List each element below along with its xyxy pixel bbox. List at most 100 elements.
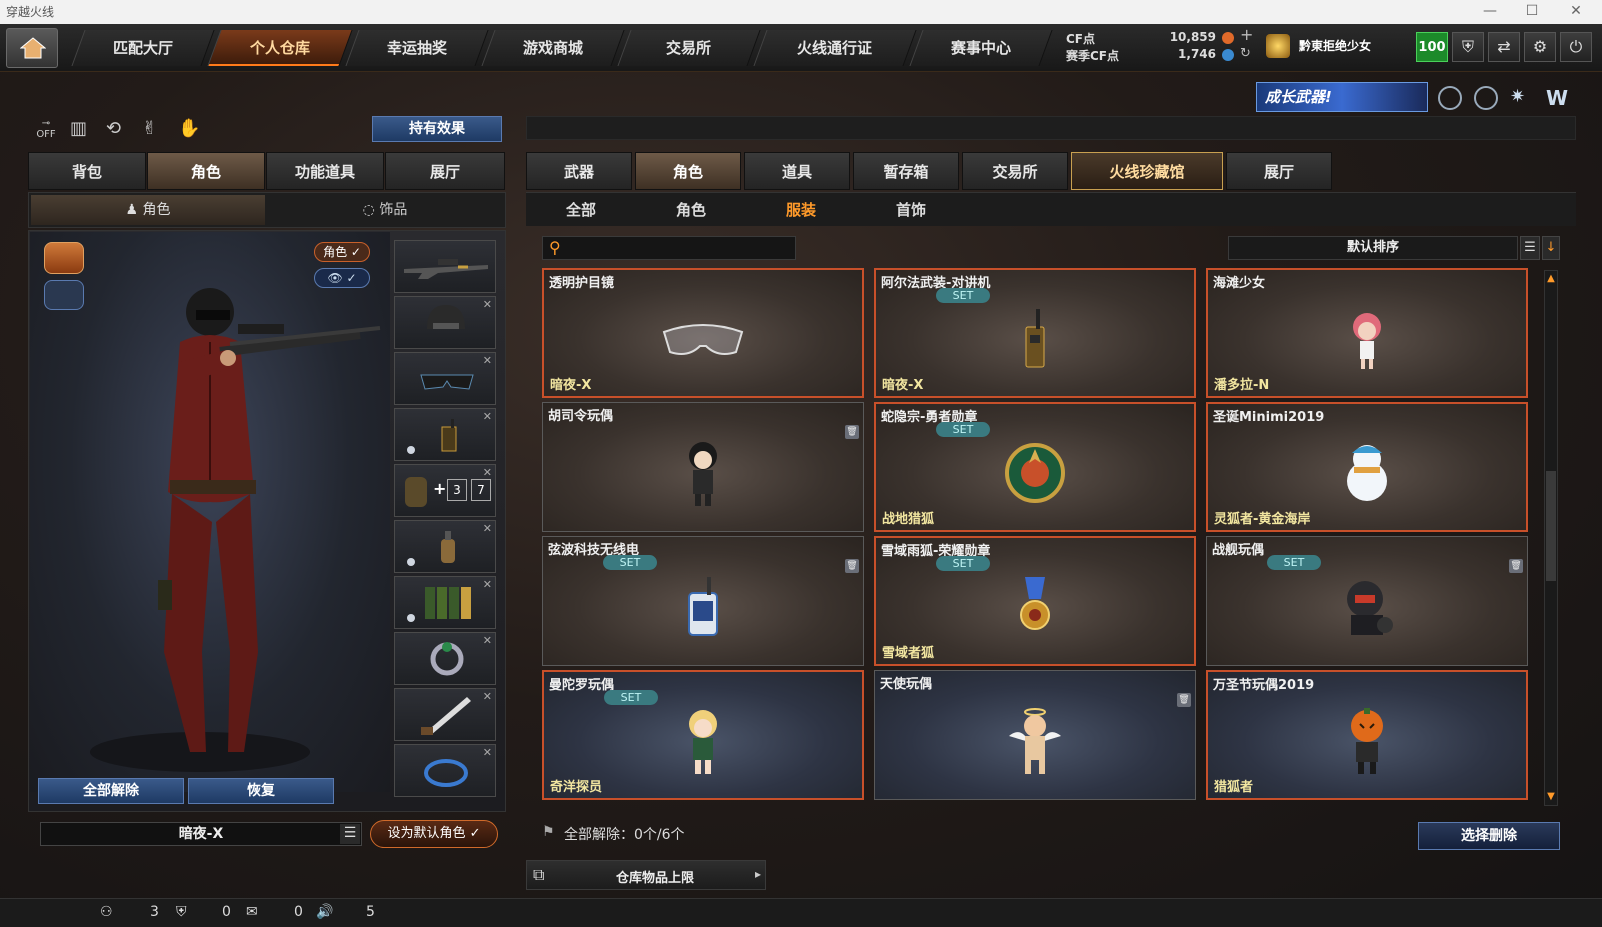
badge-icon-1[interactable] [1438,86,1462,110]
item-card[interactable]: 曼陀罗玩偶 SET 奇洋探员 [542,670,864,800]
search-box[interactable]: ⚲ [542,236,796,260]
item-card[interactable]: 雪域雨狐-荣耀勋章 SET 雪域者狐 [874,536,1196,666]
item-card[interactable]: 万圣节玩偶2019 猎狐者 [1206,670,1528,800]
radio-slot[interactable]: ✕ [394,408,496,461]
growth-weapon-banner[interactable]: 成长武器! [1256,82,1428,112]
subtab-accessory[interactable]: ◌ 饰品 [267,195,503,225]
character-list-icon[interactable]: ☰ [340,824,360,844]
sort-direction-icon[interactable]: ↓ [1542,236,1560,260]
subtab-role[interactable]: 角色 [656,199,726,220]
rotate-icon[interactable]: ⟲ [106,118,130,144]
select-delete-button[interactable]: 选择删除 [1418,822,1560,850]
chat-icon[interactable]: ✉ [246,904,258,920]
tab-showroom[interactable]: 展厅 [385,152,505,190]
settings-icon[interactable]: ⚙ [1524,32,1556,62]
knife-slot[interactable]: ✕ [394,688,496,741]
character-name-field[interactable]: 暗夜-X [40,822,362,846]
nav-personal-storage[interactable]: 个人仓库 [207,30,353,66]
release-all-count[interactable]: 全部解除：0个/6个 [564,824,764,844]
goggles-slot[interactable]: ✕ [394,352,496,405]
exit-icon[interactable]: ⇄ [1488,32,1520,62]
subtab-jewelry[interactable]: 首饰 [876,199,946,220]
item-card[interactable]: 圣诞Minimi2019 灵狐者-黄金海岸 [1206,402,1528,532]
subtab-character[interactable]: ♟ 角色 [31,195,265,225]
w-logo-icon[interactable]: W [1546,86,1570,110]
clan-icon[interactable]: ⛨ [176,904,187,920]
nav-match-hall[interactable]: 匹配大厅 [71,30,215,66]
search-input[interactable] [571,239,791,257]
nav-event-center[interactable]: 赛事中心 [909,30,1053,66]
hold-effect-button[interactable]: 持有效果 [372,116,502,142]
trash-icon[interactable]: 🗑 [1509,559,1523,573]
scroll-thumb[interactable] [1546,471,1556,581]
restore-button[interactable]: 恢复 [188,778,334,804]
weapon-slot[interactable] [394,240,496,293]
tab-character[interactable]: 角色 [147,152,265,190]
maximize-button[interactable]: ☐ [1512,0,1552,24]
trash-icon[interactable]: 🗑 [845,559,859,573]
item-card[interactable]: 阿尔法武装-对讲机 SET 暗夜-X [874,268,1196,398]
storage-limit-bar[interactable]: ⧉ 仓库物品上限 ▸ [526,860,766,890]
remove-flask-icon[interactable]: ✕ [483,522,492,535]
globe-icon[interactable] [1474,86,1498,110]
tab-function-items[interactable]: 功能道具 [266,152,384,190]
nav-game-mall[interactable]: 游戏商城 [481,30,625,66]
item-card[interactable]: 透明护目镜 暗夜-X [542,268,864,398]
release-all-button[interactable]: 全部解除 [38,778,184,804]
scroll-down-icon[interactable]: ▼ [1546,791,1556,803]
eagle-emblem-icon[interactable] [44,242,84,274]
remove-backpack-icon[interactable]: ✕ [483,466,492,479]
nav-battle-pass[interactable]: 火线通行证 [753,30,917,66]
ammo-belt-slot[interactable]: ✕ [394,576,496,629]
username[interactable]: 黔東拒绝少女 [1265,28,1405,64]
close-button[interactable]: ✕ [1556,0,1596,24]
bracelet-slot[interactable]: ✕ [394,744,496,797]
subtab-all[interactable]: 全部 [546,199,616,220]
remove-goggles-icon[interactable]: ✕ [483,354,492,367]
tab-showroom-right[interactable]: 展厅 [1226,152,1332,190]
remove-helmet-icon[interactable]: ✕ [483,298,492,311]
item-card[interactable]: 天使玩偶 🗑 [874,670,1196,800]
character-preview[interactable] [30,232,390,792]
stats-icon[interactable]: ▥ [70,118,94,144]
friends-icon[interactable]: ⚇ [100,904,113,920]
item-card[interactable]: 弦波科技无线电 SET 🗑 [542,536,864,666]
tab-collection-hall[interactable]: 火线珍藏馆 [1071,152,1223,190]
helmet-slot[interactable]: ✕ [394,296,496,349]
hand-icon[interactable]: ✋ [178,118,202,144]
wing-emblem-icon[interactable] [44,280,84,310]
nav-lucky-draw[interactable]: 幸运抽奖 [345,30,489,66]
burst-icon[interactable]: ✷ [1510,86,1534,110]
trash-icon[interactable]: 🗑 [1177,693,1191,707]
remove-bracelet-icon[interactable]: ✕ [483,746,492,759]
subtab-costume[interactable]: 服装 [766,199,836,220]
item-card[interactable]: 胡司令玩偶 🗑 [542,402,864,532]
power-icon[interactable]: ⏻ [1560,32,1592,62]
remove-ammo-icon[interactable]: ✕ [483,578,492,591]
item-card[interactable]: 海滩少女 潘多拉-N [1206,268,1528,398]
list-view-icon[interactable]: ☰ [1520,236,1540,260]
item-card[interactable]: 蛇隐宗-勇者勋章 SET 战地猎狐 [874,402,1196,532]
tab-backpack[interactable]: 背包 [28,152,146,190]
character-visibility-toggle[interactable]: 角色 ✓ [314,242,370,262]
pose-icon[interactable]: ✌ [142,118,166,144]
remove-knife-icon[interactable]: ✕ [483,690,492,703]
remove-ring-icon[interactable]: ✕ [483,634,492,647]
eye-toggle-icon[interactable]: 👁 ✓ [314,268,370,288]
scroll-up-icon[interactable]: ▲ [1546,273,1556,285]
ring-slot[interactable]: ✕ [394,632,496,685]
item-card[interactable]: 战舰玩偶 SET 🗑 [1206,536,1528,666]
tab-temp-box[interactable]: 暂存箱 [853,152,959,190]
refresh-icon[interactable]: ↻ [1240,46,1256,62]
tab-exchange[interactable]: 交易所 [962,152,1068,190]
remove-radio-icon[interactable]: ✕ [483,410,492,423]
shield-icon[interactable]: ⛨ [1452,32,1484,62]
home-button[interactable] [6,28,58,68]
set-default-character-button[interactable]: 设为默认角色 ✓ [370,820,498,848]
backpack-slot[interactable]: ✕ + 3 7 [394,464,496,517]
tab-items[interactable]: 道具 [744,152,850,190]
volume-icon[interactable]: 🔊 [316,904,333,920]
nav-exchange[interactable]: 交易所 [617,30,761,66]
flask-slot[interactable]: ✕ [394,520,496,573]
tab-character-right[interactable]: 角色 [635,152,741,190]
